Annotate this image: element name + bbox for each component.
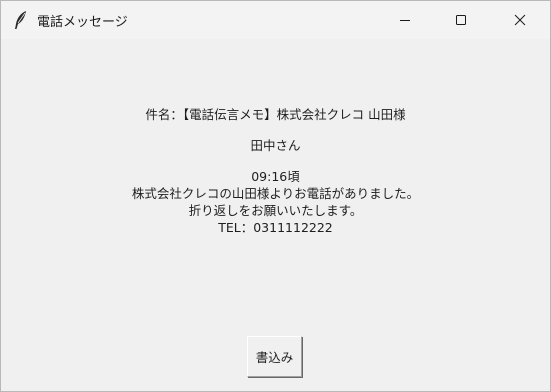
tel-line: TEL：0311112222: [218, 220, 333, 235]
close-button[interactable]: [497, 1, 543, 39]
window-title: 電話メッセージ: [37, 15, 128, 30]
maximize-button[interactable]: [438, 1, 484, 39]
minimize-icon: [400, 20, 410, 21]
minimize-button[interactable]: [382, 1, 428, 39]
write-button[interactable]: 書込み: [247, 336, 302, 377]
time-line: 09:16頃: [251, 169, 300, 184]
message-body: 件名：【電話伝言メモ】株式会社クレコ 山田様 田中さん 09:16頃 株式会社ク…: [1, 106, 550, 236]
message-window: 電話メッセージ 件名：【電話伝言メモ】株式会社クレコ 山田様 田中さん 09:1…: [0, 0, 551, 392]
subject-line: 件名：【電話伝言メモ】株式会社クレコ 山田様: [145, 107, 406, 122]
body-line-1: 株式会社クレコの山田様よりお電話がありました。: [131, 186, 420, 201]
recipient-line: 田中さん: [250, 138, 301, 153]
close-icon: [514, 14, 526, 26]
body-line-2: 折り返しをお願いいたします。: [188, 203, 363, 218]
maximize-icon: [456, 15, 466, 25]
title-bar[interactable]: 電話メッセージ: [1, 1, 550, 39]
feather-icon: [13, 10, 29, 30]
